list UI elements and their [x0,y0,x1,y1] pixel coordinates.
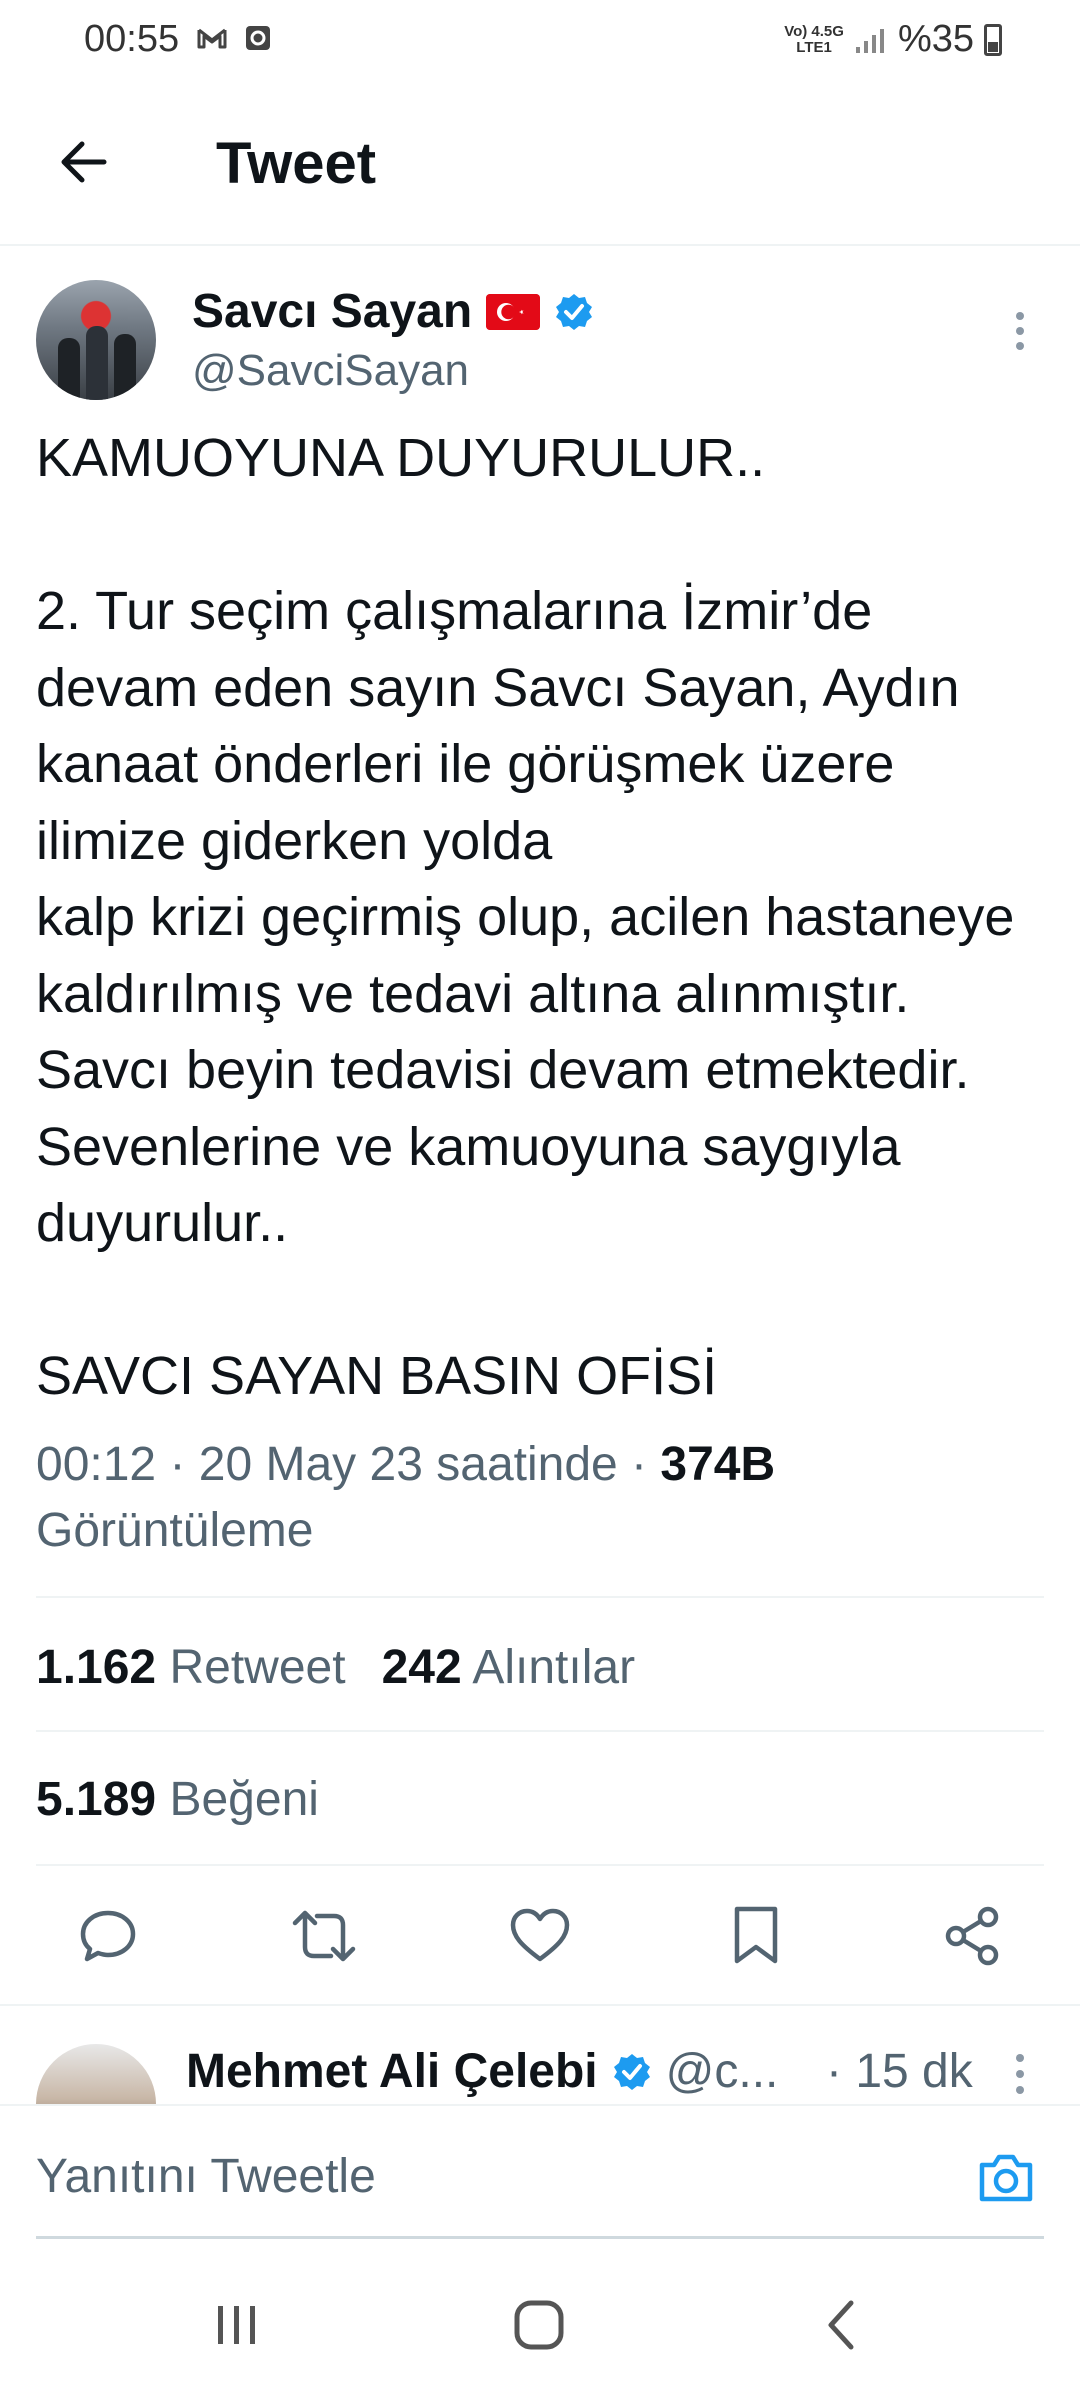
like-icon [510,1908,570,1962]
verified-badge-icon [556,293,593,330]
retweets-label: Retweet [169,1641,346,1694]
camera-icon [979,2154,1033,2202]
battery-percent: %35 [897,18,974,60]
back-nav-button[interactable] [796,2288,886,2362]
home-button[interactable] [494,2288,584,2362]
retweet-icon [292,1910,356,1962]
share-icon [945,1906,999,1966]
retweet-quote-stats: 1.162 Retweet 242 Alıntılar [36,1640,635,1695]
network-indicator: Vo) 4.5G LTE1 [784,22,844,56]
status-notification-icons [196,22,274,54]
author-name[interactable]: Savcı Sayan [192,284,472,339]
gmail-icon [197,28,227,49]
divider [36,1730,1044,1732]
reply-icon [80,1910,136,1962]
chevron-left-icon [828,2300,854,2350]
more-dot-icon [1016,342,1024,350]
author-name-row[interactable]: Savcı Sayan [192,284,594,339]
author-handle[interactable]: @SavciSayan [192,346,469,396]
divider [36,1596,1044,1598]
likes-label: Beğeni [169,1773,319,1826]
bookmark-icon [734,1906,778,1964]
quotes-stat[interactable]: 242 Alıntılar [382,1640,636,1695]
like-button[interactable] [504,1900,576,1972]
page-title: Tweet [216,131,377,196]
network-top-label: Vo) 4.5G [784,22,844,40]
app-notification-icon [246,26,270,50]
network-bottom-label: LTE1 [796,38,832,56]
reply-input[interactable]: Yanıtını Tweetle [36,2136,936,2216]
recent-apps-button[interactable] [192,2288,282,2362]
tweet-text: KAMUOYUNA DUYURULUR.. 2. Tur seçim çalış… [36,428,1015,1406]
battery-icon [984,23,1002,56]
verified-badge-icon [613,2053,650,2090]
views-label: Görüntüleme [36,1504,314,1557]
more-dot-icon [1016,2086,1024,2094]
system-navigation-bar [0,2248,1080,2400]
status-bar: 00:55 Vo) 4.5G LTE1 %35 [0,0,1080,80]
status-time: 00:55 [84,18,180,60]
tweet-meta: 00:12 · 20 May 23 saatinde · 374B Görünt… [36,1432,1046,1564]
recent-apps-icon [218,2306,255,2344]
reply-author-name[interactable]: Mehmet Ali Çelebi [186,2044,598,2099]
bookmark-button[interactable] [720,1900,792,1972]
tweet-actions [0,1880,1080,1990]
quotes-label: Alıntılar [472,1641,636,1694]
camera-button[interactable] [970,2142,1042,2214]
reply-author-handle[interactable]: @c... [666,2044,779,2099]
views-count: 374B [660,1438,776,1491]
more-dot-icon [1016,312,1024,320]
likes-stats: 5.189 Beğeni [36,1772,319,1827]
reply-composer: Yanıtını Tweetle [0,2104,1080,2244]
composer-underline [36,2236,1044,2239]
share-button[interactable] [936,1900,1008,1972]
likes-stat[interactable]: 5.189 Beğeni [36,1772,319,1827]
back-button[interactable] [48,126,120,198]
reply-more-button[interactable] [1002,2054,1038,2094]
author-avatar[interactable] [36,280,156,400]
more-dot-icon [1016,2054,1024,2062]
reply-button[interactable] [72,1900,144,1972]
reply-author-row: Mehmet Ali Çelebi @c... [186,2044,778,2099]
signal-icon [855,28,884,53]
tweet-timestamp: 00:12 · 20 May 23 saatinde · [36,1438,661,1491]
home-icon [514,2300,564,2350]
reply-preview[interactable]: Mehmet Ali Çelebi @c... · 15 dk [0,2006,1080,2104]
retweet-button[interactable] [288,1900,360,1972]
turkey-flag-icon [486,293,541,330]
header: Tweet [0,80,1080,246]
retweets-count: 1.162 [36,1641,157,1694]
more-dot-icon [1016,2070,1024,2078]
more-dot-icon [1016,327,1024,335]
reply-time: · 15 dk [826,2045,973,2098]
quotes-count: 242 [381,1641,462,1694]
retweets-stat[interactable]: 1.162 Retweet [36,1640,346,1695]
reply-avatar[interactable] [36,2044,156,2104]
likes-count: 5.189 [36,1773,157,1826]
arrow-left-icon [61,141,107,183]
divider [36,1864,1044,1866]
status-right: Vo) 4.5G LTE1 %35 [784,18,1002,61]
more-options-button[interactable] [1002,306,1038,356]
